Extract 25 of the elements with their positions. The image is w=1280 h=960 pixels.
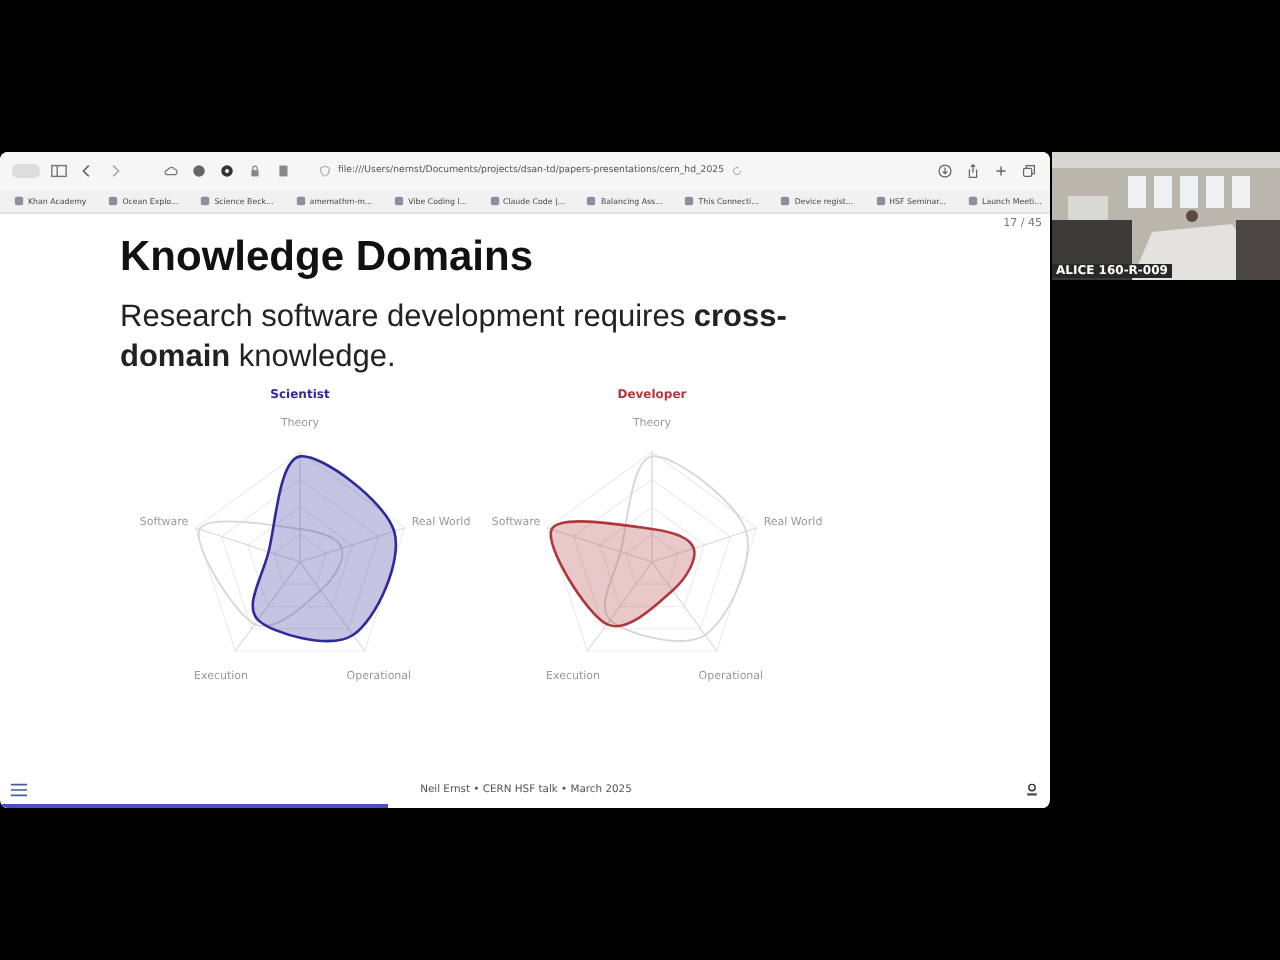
share-icon[interactable] bbox=[964, 162, 982, 180]
favicon-icon bbox=[295, 196, 306, 206]
sidebar-icon[interactable] bbox=[50, 162, 68, 180]
favicon-icon bbox=[394, 196, 405, 206]
lock-icon[interactable] bbox=[246, 162, 264, 180]
slide-title: Knowledge Domains bbox=[120, 234, 536, 282]
cloud-icon[interactable] bbox=[162, 162, 180, 180]
reload-icon[interactable] bbox=[730, 164, 744, 178]
favicon-icon bbox=[780, 196, 791, 206]
favicon-icon bbox=[875, 196, 886, 206]
menu-icon[interactable] bbox=[10, 782, 28, 798]
tabs-icon[interactable] bbox=[1020, 162, 1038, 180]
favicon-icon bbox=[489, 196, 499, 206]
favicon-icon bbox=[14, 196, 24, 206]
favicon-icon bbox=[684, 196, 695, 206]
record-icon[interactable] bbox=[218, 162, 236, 180]
slide-text: Research software development requires cross-domain knowledge. bbox=[120, 298, 789, 378]
favicon-icon bbox=[200, 196, 211, 206]
download-icon[interactable] bbox=[936, 162, 954, 180]
favicon-icon bbox=[108, 196, 119, 206]
logo-icon bbox=[1023, 782, 1040, 798]
favicon-icon bbox=[968, 196, 979, 206]
shield-icon bbox=[318, 164, 332, 178]
favicon-icon bbox=[586, 196, 597, 206]
plus-icon[interactable] bbox=[992, 162, 1010, 180]
